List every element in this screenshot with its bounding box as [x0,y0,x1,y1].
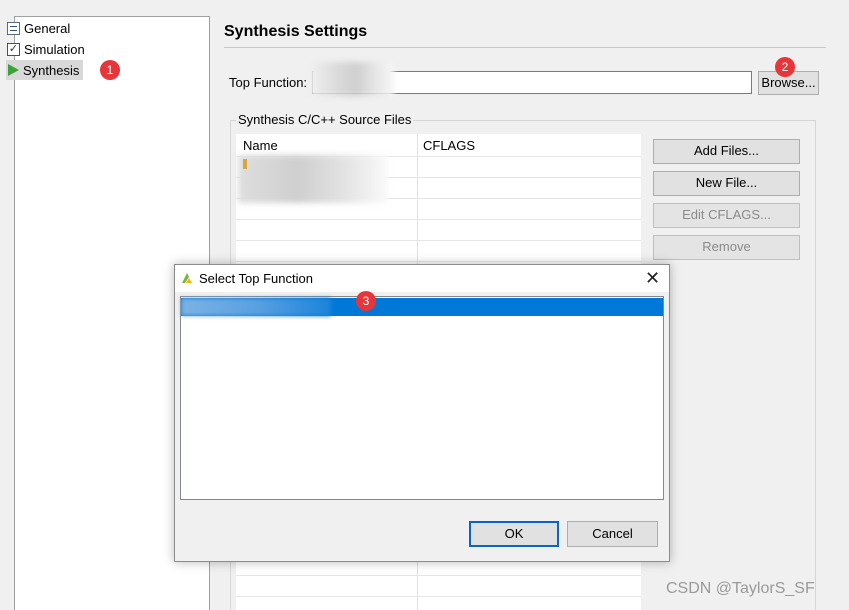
play-icon [8,64,19,76]
redacted-region [310,62,394,96]
nav-item-general[interactable]: General [4,18,184,38]
title-divider [224,47,826,48]
dialog-titlebar: Select Top Function ✕ [175,265,669,292]
remove-button[interactable]: Remove [653,235,800,260]
column-header-name[interactable]: Name [243,138,278,153]
ok-button[interactable]: OK [469,521,559,547]
column-header-cflags[interactable]: CFLAGS [423,138,475,153]
top-function-label: Top Function: [229,75,308,90]
folder-icon [243,159,247,169]
list-item[interactable] [181,298,663,316]
cancel-button[interactable]: Cancel [567,521,658,547]
dialog-title: Select Top Function [199,271,313,286]
redacted-file-rows [238,155,388,203]
table-row-divider [236,596,641,597]
watermark: CSDN @TaylorS_SF [666,580,815,597]
table-row-divider [236,575,641,576]
checkbox-icon: ✓ [7,42,20,56]
edit-cflags-button[interactable]: Edit CFLAGS... [653,203,800,228]
nav-item-label: General [24,20,71,36]
table-row-divider [236,219,641,220]
step-badge-3: 3 [356,291,376,311]
nav-item-synthesis[interactable]: Synthesis [4,60,184,80]
step-badge-2: 2 [775,57,795,77]
page-title: Synthesis Settings [224,23,368,40]
nav-item-label: Synthesis [23,62,80,78]
vivado-hls-icon [182,273,192,283]
select-top-function-dialog: Select Top Function ✕ OK Cancel [174,264,670,562]
nav-item-simulation[interactable]: ✓ Simulation [4,39,184,59]
close-icon[interactable]: ✕ [645,267,660,289]
new-file-button[interactable]: New File... [653,171,800,196]
source-files-group-label: Synthesis C/C++ Source Files [236,112,414,127]
properties-icon [7,21,20,35]
table-row-divider [236,240,641,241]
function-list[interactable] [180,296,664,500]
table-row-divider [236,261,641,262]
redacted-function-name [181,298,331,316]
step-badge-1: 1 [100,60,120,80]
add-files-button[interactable]: Add Files... [653,139,800,164]
nav-item-label: Simulation [24,41,85,57]
